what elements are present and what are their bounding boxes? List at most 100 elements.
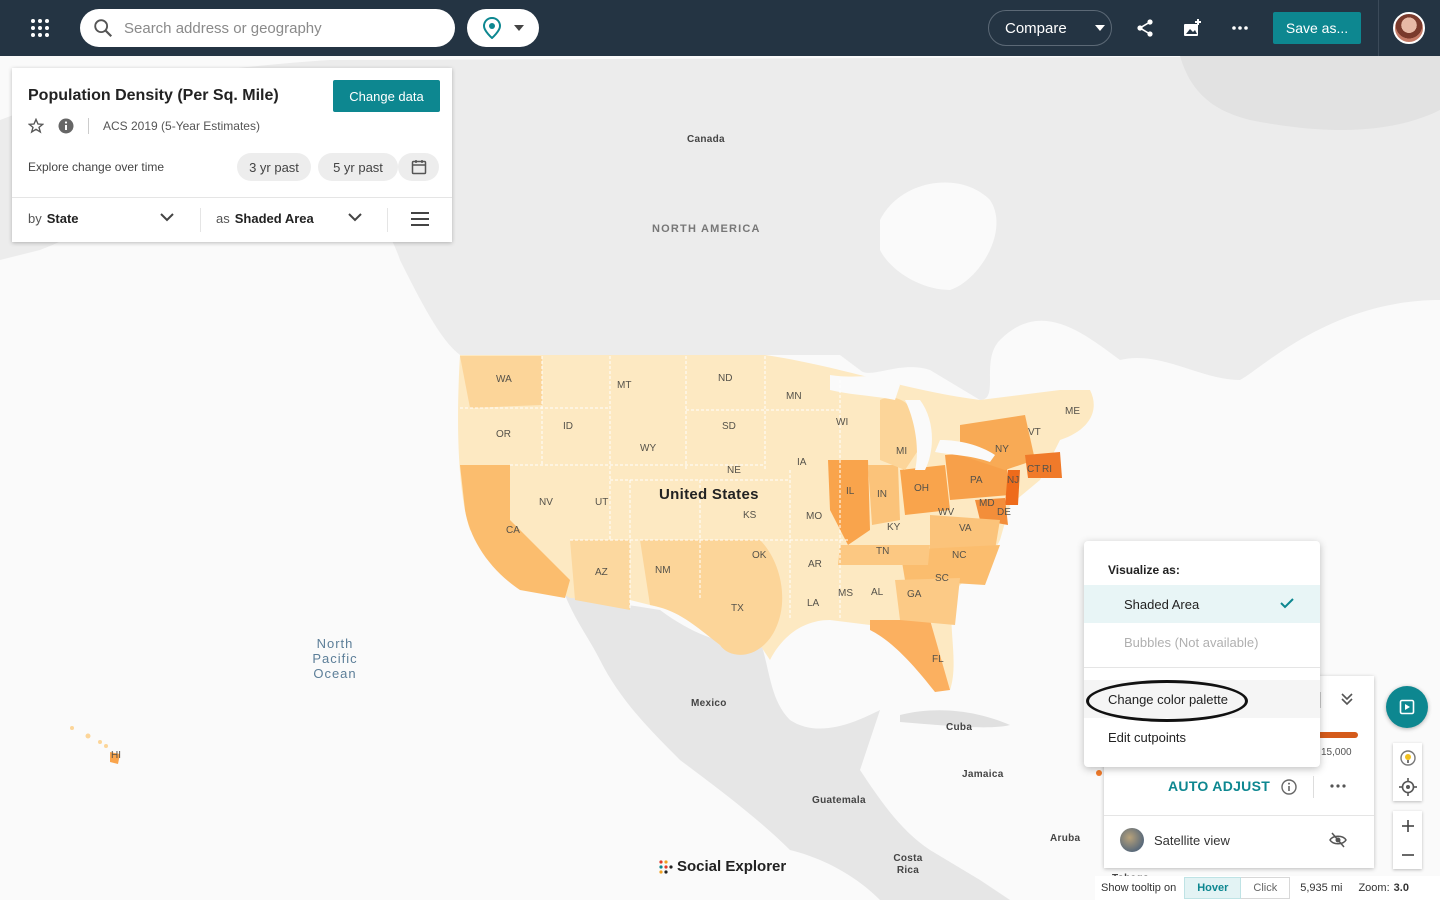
state-label: KY	[887, 522, 901, 533]
5-yr-past-button[interactable]: 5 yr past	[318, 153, 398, 181]
compare-label: Compare	[1005, 19, 1067, 37]
label-aruba: Aruba	[1050, 833, 1081, 844]
crosshair-icon[interactable]	[1393, 772, 1422, 801]
avatar[interactable]	[1393, 12, 1425, 44]
geography-level-select[interactable]: by State	[28, 211, 79, 226]
label-canada: Canada	[687, 134, 725, 145]
state-label: MI	[896, 446, 908, 457]
zoom-value: 3.0	[1393, 882, 1409, 894]
zoom-controls	[1393, 811, 1422, 869]
play-icon	[1399, 699, 1415, 715]
ocean-line-1: North	[316, 636, 354, 651]
auto-adjust-button[interactable]: AUTO ADJUST	[1168, 778, 1270, 794]
save-as-button[interactable]: Save as...	[1273, 12, 1361, 44]
state-label: WV	[938, 507, 955, 518]
search-input[interactable]	[124, 19, 424, 37]
as-prefix: as	[216, 211, 230, 226]
state-label: NV	[539, 497, 553, 508]
state-label: OH	[914, 483, 929, 494]
location-bulb-icon[interactable]	[1393, 743, 1422, 772]
divider	[1104, 815, 1374, 816]
info-icon[interactable]	[1281, 779, 1297, 795]
data-panel: Population Density (Per Sq. Mile) Change…	[12, 68, 452, 242]
tooltip-label: Show tooltip on	[1101, 882, 1177, 894]
change-data-button[interactable]: Change data	[333, 80, 440, 112]
state-label: NY	[995, 444, 1009, 455]
zoom-in-icon[interactable]	[1393, 811, 1422, 840]
chevron-down-icon	[514, 25, 524, 31]
divider	[1084, 667, 1320, 668]
checkmark-icon	[1280, 598, 1294, 609]
tooltip-click-toggle[interactable]: Click	[1241, 877, 1291, 899]
menu-item-shaded-area[interactable]: Shaded Area	[1084, 585, 1320, 623]
collapse-icon[interactable]	[1340, 692, 1354, 706]
state-label: DE	[997, 507, 1011, 518]
state-label: OK	[752, 550, 767, 561]
menu-item-edit-cutpoints[interactable]: Edit cutpoints	[1084, 718, 1320, 756]
calendar-button[interactable]	[398, 153, 439, 181]
ocean-line-3: Ocean	[313, 666, 357, 681]
state-label: MT	[617, 380, 632, 391]
state-label: VT	[1028, 427, 1041, 438]
apps-grid-icon[interactable]	[24, 12, 56, 44]
eye-off-icon[interactable]	[1329, 832, 1347, 848]
legend-color-bar	[1314, 732, 1358, 738]
label-north-america: NORTH AMERICA	[652, 223, 761, 235]
state-label: LA	[807, 598, 820, 609]
label-jamaica: Jamaica	[962, 769, 1004, 780]
visualization-type-select[interactable]: as Shaded Area	[216, 211, 314, 226]
explore-label: Explore change over time	[28, 160, 165, 174]
state-label: SC	[935, 573, 949, 584]
presentation-button[interactable]	[1386, 686, 1428, 728]
menu-item-label: Change color palette	[1108, 691, 1228, 707]
state-label: WI	[836, 417, 849, 428]
chevron-down-icon[interactable]	[160, 213, 174, 222]
status-bar: Show tooltip on Hover Click 5,935 mi Zoo…	[1095, 876, 1440, 900]
state-label: WY	[640, 443, 657, 454]
visualization-type-value: Shaded Area	[234, 211, 314, 226]
more-options-icon[interactable]	[1228, 16, 1252, 40]
state-label: CT	[1027, 464, 1041, 475]
3-yr-past-button[interactable]: 3 yr past	[237, 153, 311, 181]
state-label: MS	[838, 588, 853, 599]
divider	[1378, 0, 1379, 56]
more-options-icon[interactable]	[1330, 784, 1346, 788]
satellite-view-label: Satellite view	[1154, 833, 1230, 848]
state-label: NJ	[1007, 475, 1020, 486]
chevron-down-icon[interactable]	[348, 213, 362, 222]
state-label: PA	[970, 475, 983, 486]
label-mexico: Mexico	[691, 698, 727, 709]
compare-button[interactable]: Compare	[988, 10, 1112, 46]
tooltip-hover-toggle[interactable]: Hover	[1184, 877, 1242, 899]
puerto-rico	[1096, 770, 1102, 776]
info-icon[interactable]	[58, 118, 74, 134]
add-image-icon[interactable]	[1180, 16, 1204, 40]
location-dropdown[interactable]	[467, 9, 539, 47]
logo-dots-icon	[659, 859, 673, 874]
scale-readout: 5,935 mi	[1300, 882, 1343, 894]
state-label: FL	[932, 654, 944, 665]
star-icon[interactable]	[28, 118, 44, 134]
divider	[1320, 692, 1321, 708]
state-label: AZ	[595, 567, 608, 578]
state-label: AR	[808, 559, 822, 570]
menu-item-bubbles: Bubbles (Not available)	[1084, 623, 1320, 661]
menu-item-label: Edit cutpoints	[1108, 729, 1187, 745]
state-label: AL	[871, 587, 884, 598]
state-label: NM	[655, 565, 671, 576]
menu-item-change-color-palette[interactable]: Change color palette	[1084, 680, 1320, 718]
social-explorer-logo: Social Explorer	[659, 858, 786, 875]
satellite-thumbnail	[1120, 828, 1144, 852]
share-icon[interactable]	[1133, 16, 1157, 40]
zoom-out-icon[interactable]	[1393, 840, 1422, 869]
location-pin-icon	[482, 17, 502, 39]
state-label: KS	[743, 510, 757, 521]
state-label: WA	[496, 374, 512, 385]
state-label: ME	[1065, 406, 1080, 417]
panel-title: Population Density (Per Sq. Mile)	[28, 87, 279, 104]
map-tools	[1393, 743, 1422, 801]
state-label: MN	[786, 391, 802, 402]
state-label: UT	[595, 497, 609, 508]
state-label: HI	[111, 750, 121, 761]
menu-icon[interactable]	[410, 211, 430, 227]
